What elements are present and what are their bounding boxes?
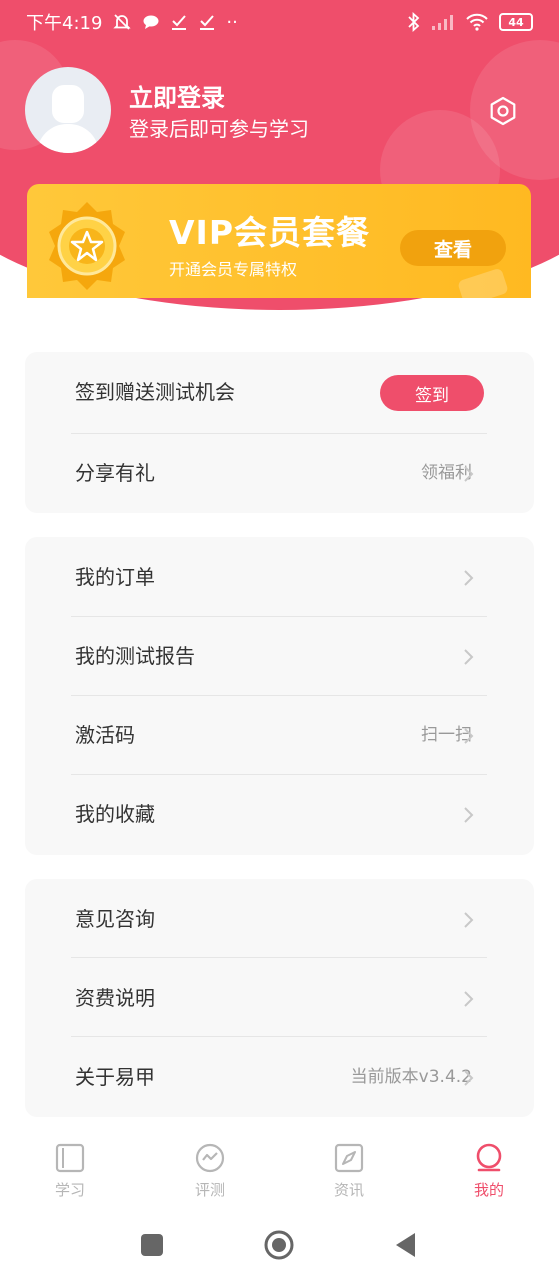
feedback-row[interactable]: 意见咨询 <box>25 880 534 959</box>
bluetooth-icon <box>408 12 420 32</box>
favorites-row[interactable]: 我的收藏 <box>25 775 534 854</box>
battery-icon: 44 <box>499 13 533 31</box>
test-report-row[interactable]: 我的测试报告 <box>25 617 534 696</box>
vip-view-button[interactable]: 查看 <box>400 230 506 266</box>
tab-evaluation[interactable]: 评测 <box>170 1130 250 1210</box>
recent-apps-icon[interactable] <box>137 1230 167 1260</box>
chevron-right-icon <box>464 466 474 482</box>
favorites-label: 我的收藏 <box>75 802 155 826</box>
download-check-icon-2 <box>200 15 215 30</box>
pricing-label: 资费说明 <box>75 986 155 1010</box>
avatar[interactable] <box>25 67 111 153</box>
tab-study-label: 学习 <box>54 1181 85 1199</box>
divider <box>71 957 487 958</box>
tab-mine-label: 我的 <box>473 1181 504 1199</box>
tab-study[interactable]: 学习 <box>30 1130 110 1210</box>
account-card: 我的订单 我的测试报告 激活码 扫一扫 我的收藏 <box>25 537 534 855</box>
wifi-icon <box>466 13 488 31</box>
bottom-tab-bar: 学习 评测 资讯 我的 <box>0 1130 559 1210</box>
checkin-row: 签到赠送测试机会 签到 <box>25 353 534 432</box>
about-label: 关于易甲 <box>75 1065 155 1089</box>
back-icon[interactable] <box>391 1230 421 1260</box>
tab-news-label: 资讯 <box>333 1181 364 1199</box>
vip-subtitle: 开通会员专属特权 <box>169 260 298 279</box>
chevron-right-icon <box>464 649 474 665</box>
settings-icon[interactable] <box>488 96 518 126</box>
book-icon <box>55 1143 85 1173</box>
vip-medal-icon <box>49 202 125 290</box>
chat-icon <box>195 1143 225 1173</box>
info-card: 意见咨询 资费说明 关于易甲 当前版本v3.4.2 <box>25 879 534 1117</box>
version-text: 当前版本v3.4.2 <box>350 1067 472 1087</box>
chevron-right-icon <box>464 912 474 928</box>
more-notifications: ·· <box>226 11 238 33</box>
my-orders-label: 我的订单 <box>75 565 155 589</box>
test-report-label: 我的测试报告 <box>75 644 195 668</box>
divider <box>71 1036 487 1037</box>
profile-icon <box>476 1143 502 1172</box>
activation-code-label: 激活码 <box>75 723 135 747</box>
chevron-right-icon <box>464 570 474 586</box>
checkin-label: 签到赠送测试机会 <box>75 380 235 404</box>
share-gift-label: 分享有礼 <box>75 461 155 485</box>
vip-title: VIP会员套餐 <box>169 213 371 252</box>
vip-banner[interactable]: VIP会员套餐 开通会员专属特权 查看 <box>27 184 531 298</box>
chevron-right-icon <box>464 728 474 744</box>
checkin-card: 签到赠送测试机会 签到 分享有礼 领福利 <box>25 352 534 513</box>
tab-evaluation-label: 评测 <box>194 1181 225 1199</box>
signal-icon <box>432 15 453 30</box>
status-time: 下午4:19 <box>26 13 103 34</box>
tab-mine[interactable]: 我的 <box>449 1130 529 1210</box>
checkin-button[interactable]: 签到 <box>380 375 484 411</box>
about-row[interactable]: 关于易甲 当前版本v3.4.2 <box>25 1038 534 1117</box>
tab-news[interactable]: 资讯 <box>309 1130 389 1210</box>
share-gift-row[interactable]: 分享有礼 领福利 <box>25 434 534 513</box>
mute-icon <box>113 14 132 30</box>
message-icon <box>143 15 159 29</box>
activation-code-row[interactable]: 激活码 扫一扫 <box>25 696 534 775</box>
feedback-label: 意见咨询 <box>75 907 155 931</box>
system-nav-bar <box>0 1210 559 1280</box>
compass-icon <box>334 1143 364 1173</box>
my-orders-row[interactable]: 我的订单 <box>25 538 534 617</box>
status-bar: 下午4:19 ·· 44 <box>0 0 559 44</box>
login-title[interactable]: 立即登录 <box>129 78 225 113</box>
vip-decoration <box>457 267 509 298</box>
home-icon[interactable] <box>264 1230 294 1260</box>
chevron-right-icon <box>464 1070 474 1086</box>
pricing-row[interactable]: 资费说明 <box>25 959 534 1038</box>
download-check-icon <box>172 15 187 30</box>
login-subtitle: 登录后即可参与学习 <box>129 117 309 141</box>
chevron-right-icon <box>464 807 474 823</box>
chevron-right-icon <box>464 991 474 1007</box>
